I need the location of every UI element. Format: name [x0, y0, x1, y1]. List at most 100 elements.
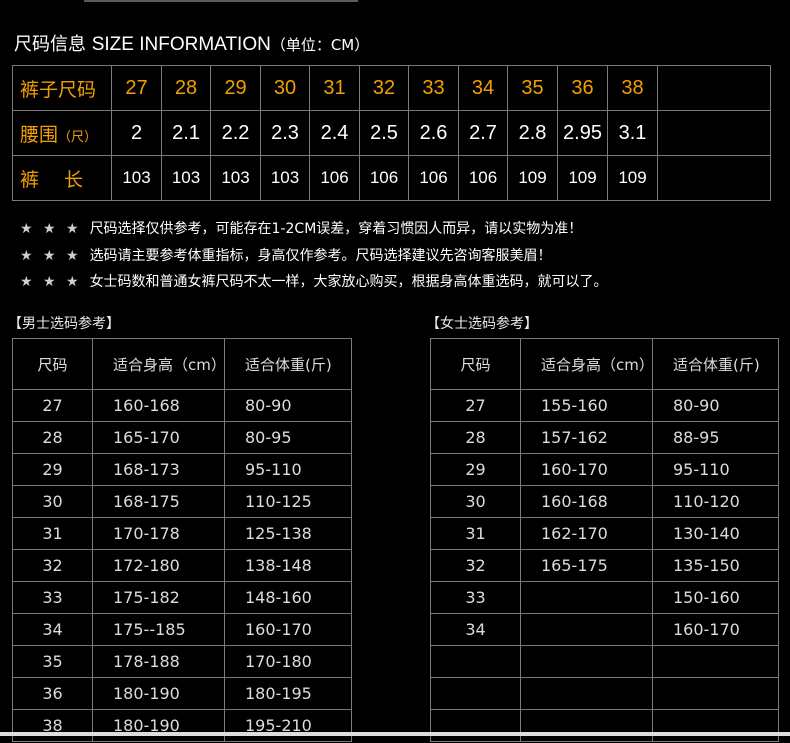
star-icons: ★ ★ ★: [20, 221, 82, 237]
header-row: 尺码 适合身高（cm） 适合体重(斤): [12, 338, 352, 390]
table-cell: 165-170: [92, 421, 225, 454]
size-table: 裤子尺码 27 28 29 30 31 32 33 34 35 36 38 腰围（尺） 2 2.1 2.2 2…: [12, 65, 771, 201]
length-row-label: 裤 长: [12, 155, 112, 201]
star-icons: ★ ★ ★: [20, 274, 82, 290]
table-cell: 27: [12, 389, 93, 422]
column-header: 适合体重(斤): [224, 338, 352, 390]
table-cell: 29: [430, 453, 521, 486]
table-cell: [520, 581, 653, 614]
size-cell: 28: [161, 65, 211, 111]
table-cell: 95-110: [224, 453, 352, 486]
column-header: 尺码: [12, 338, 93, 390]
table-cell: 31: [12, 517, 93, 550]
table-cell: 178-188: [92, 645, 225, 678]
table-cell: 80-90: [224, 389, 352, 422]
size-cell: 31: [309, 65, 360, 111]
waist-cell: 2.1: [161, 110, 211, 156]
waist-cell: 2.8: [507, 110, 558, 156]
table-row: 27 160-168 80-90: [12, 389, 352, 422]
table-cell: 172-180: [92, 549, 225, 582]
title-unit: （单位：CM）: [270, 36, 370, 54]
notes: ★ ★ ★ 尺码选择仅供参考，可能存在1-2CM误差，穿着习惯因人而异，请以实物为…: [20, 216, 608, 296]
table-cell: 180-190: [92, 709, 225, 742]
length-cell: 103: [161, 155, 211, 201]
table-cell: 35: [12, 645, 93, 678]
table-cell: 30: [12, 485, 93, 518]
size-row-label: 裤子尺码: [12, 65, 112, 111]
table-cell: 80-95: [224, 421, 352, 454]
length-cell: 109: [607, 155, 658, 201]
table-cell: 170-180: [224, 645, 352, 678]
table-row: 31 170-178 125-138: [12, 517, 352, 550]
table-cell: 165-175: [520, 549, 653, 582]
title-en: SIZE INFORMATION: [91, 34, 271, 55]
column-header: 适合体重(斤): [652, 338, 779, 390]
table-row: 28 157-162 88-95: [430, 421, 779, 454]
length-cell: 103: [111, 155, 162, 201]
table-cell: 168-175: [92, 485, 225, 518]
table-cell: 110-120: [652, 485, 779, 518]
note-text: 尺码选择仅供参考，可能存在1-2CM误差，穿着习惯因人而异，请以实物为准！: [89, 221, 583, 237]
table-cell: 125-138: [224, 517, 352, 550]
table-cell: 162-170: [520, 517, 653, 550]
table-row: [430, 709, 779, 742]
table-cell: 175--185: [92, 613, 225, 646]
table-cell: 80-90: [652, 389, 779, 422]
table-cell: 175-182: [92, 581, 225, 614]
size-cell: 30: [260, 65, 310, 111]
waist-cell: 2: [111, 110, 162, 156]
page-title: 尺码信息 SIZE INFORMATION（单位：CM）: [14, 30, 369, 56]
waist-label: 腰围: [20, 123, 59, 146]
waist-cell: 2.2: [210, 110, 261, 156]
waist-cell: 3.1: [607, 110, 658, 156]
note-text: 女士码数和普通女裤尺码不太一样，大家放心购买，根据身高体重选码，就可以了。: [89, 274, 608, 290]
table-cell: 95-110: [652, 453, 779, 486]
table-cell: 148-160: [224, 581, 352, 614]
table-cell: 180-190: [92, 677, 225, 710]
size-cell: 29: [210, 65, 261, 111]
table-row: 30 168-175 110-125: [12, 485, 352, 518]
empty-cell: [657, 155, 771, 201]
column-header: 适合身高（cm）: [520, 338, 654, 390]
table-cell: 27: [430, 389, 521, 422]
length-cell: 103: [210, 155, 261, 201]
table-cell: 33: [12, 581, 93, 614]
table-cell: 34: [430, 613, 521, 646]
table-row: 28 165-170 80-95: [12, 421, 352, 454]
size-cell: 36: [557, 65, 608, 111]
table-cell: 29: [12, 453, 93, 486]
column-header: 适合身高（cm）: [92, 338, 226, 390]
note-line: ★ ★ ★ 选码请主要参考体重指标，身高仅作参考。尺码选择建议先咨询客服美眉！: [20, 243, 608, 270]
table-cell: 180-195: [224, 677, 352, 710]
table-cell: 32: [430, 549, 521, 582]
table-cell: 160-168: [520, 485, 653, 518]
table-row: 36 180-190 180-195: [12, 677, 352, 710]
length-cell: 103: [260, 155, 310, 201]
size-cell: 27: [111, 65, 162, 111]
table-cell: 135-150: [652, 549, 779, 582]
table-cell: [520, 709, 653, 742]
empty-cell: [657, 65, 771, 111]
table-row: 29 160-170 95-110: [430, 453, 779, 486]
table-cell: 150-160: [652, 581, 779, 614]
header-row: 尺码 适合身高（cm） 适合体重(斤): [430, 338, 779, 390]
table-cell: 110-125: [224, 485, 352, 518]
table-row: 34 175--185 160-170: [12, 613, 352, 646]
waist-cell: 2.4: [309, 110, 360, 156]
table-cell: 30: [430, 485, 521, 518]
table-cell: 168-173: [92, 453, 225, 486]
table-cell: 130-140: [652, 517, 779, 550]
bottom-divider: [0, 732, 790, 736]
title-cn: 尺码信息: [14, 34, 86, 55]
table-cell: 170-178: [92, 517, 225, 550]
length-cell: 106: [408, 155, 459, 201]
table-cell: [520, 677, 653, 710]
table-cell: 34: [12, 613, 93, 646]
note-text: 选码请主要参考体重指标，身高仅作参考。尺码选择建议先咨询客服美眉！: [89, 247, 552, 264]
table-row: 32 165-175 135-150: [430, 549, 779, 582]
length-cell: 109: [557, 155, 608, 201]
waist-row: 腰围（尺） 2 2.1 2.2 2.3 2.4 2.5 2.6 2.7 2.8 2.95 3.1: [12, 110, 771, 156]
table-cell: 88-95: [652, 421, 779, 454]
table-cell: [652, 645, 779, 678]
table-row: 33 150-160: [430, 581, 779, 614]
